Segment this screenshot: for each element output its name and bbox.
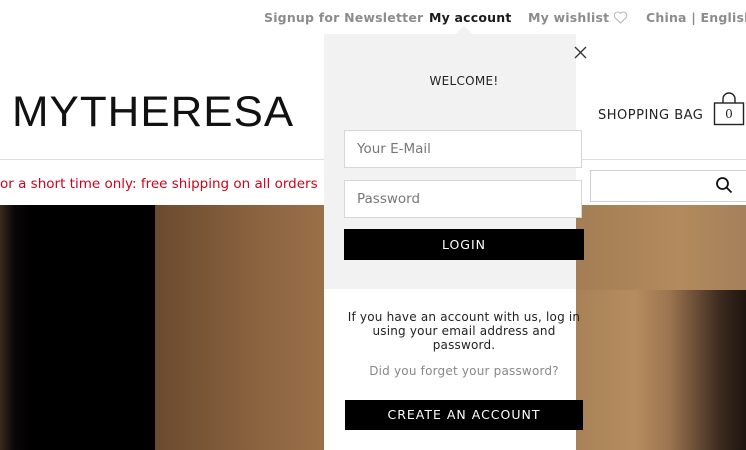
hero-image-right-top[interactable] bbox=[576, 205, 746, 290]
hero-image-center[interactable] bbox=[155, 205, 325, 450]
hero-image-left[interactable] bbox=[0, 205, 155, 450]
shopping-bag-link[interactable]: SHOPPING BAG bbox=[598, 108, 703, 123]
top-navigation: Signup for Newsletter My account My wish… bbox=[0, 0, 746, 34]
region-language-selector[interactable]: China | English bbox=[646, 10, 746, 25]
my-account-link[interactable]: My account bbox=[429, 10, 512, 25]
bag-count-badge: 0 bbox=[725, 107, 733, 121]
hero-image-right[interactable] bbox=[576, 290, 746, 450]
mytheresa-logo[interactable]: MYTHERESA bbox=[12, 88, 294, 137]
my-wishlist-link[interactable]: My wishlist bbox=[528, 10, 628, 25]
forgot-password-link[interactable]: Did you forget your password? bbox=[344, 364, 584, 378]
create-account-button[interactable]: CREATE AN ACCOUNT bbox=[345, 400, 583, 430]
newsletter-link[interactable]: Signup for Newsletter bbox=[264, 10, 423, 25]
email-input[interactable] bbox=[344, 130, 582, 168]
password-input[interactable] bbox=[344, 180, 582, 218]
heart-icon bbox=[614, 10, 628, 24]
welcome-heading: WELCOME! bbox=[429, 74, 499, 88]
my-wishlist-label: My wishlist bbox=[528, 10, 610, 25]
promo-banner[interactable]: or a short time only: free shipping on a… bbox=[0, 176, 318, 192]
dropdown-caret bbox=[456, 26, 472, 34]
login-button[interactable]: LOGIN bbox=[344, 229, 584, 260]
close-icon[interactable] bbox=[574, 46, 587, 59]
login-info-text: If you have an account with us, log in u… bbox=[347, 310, 581, 352]
search-icon[interactable] bbox=[715, 176, 733, 194]
